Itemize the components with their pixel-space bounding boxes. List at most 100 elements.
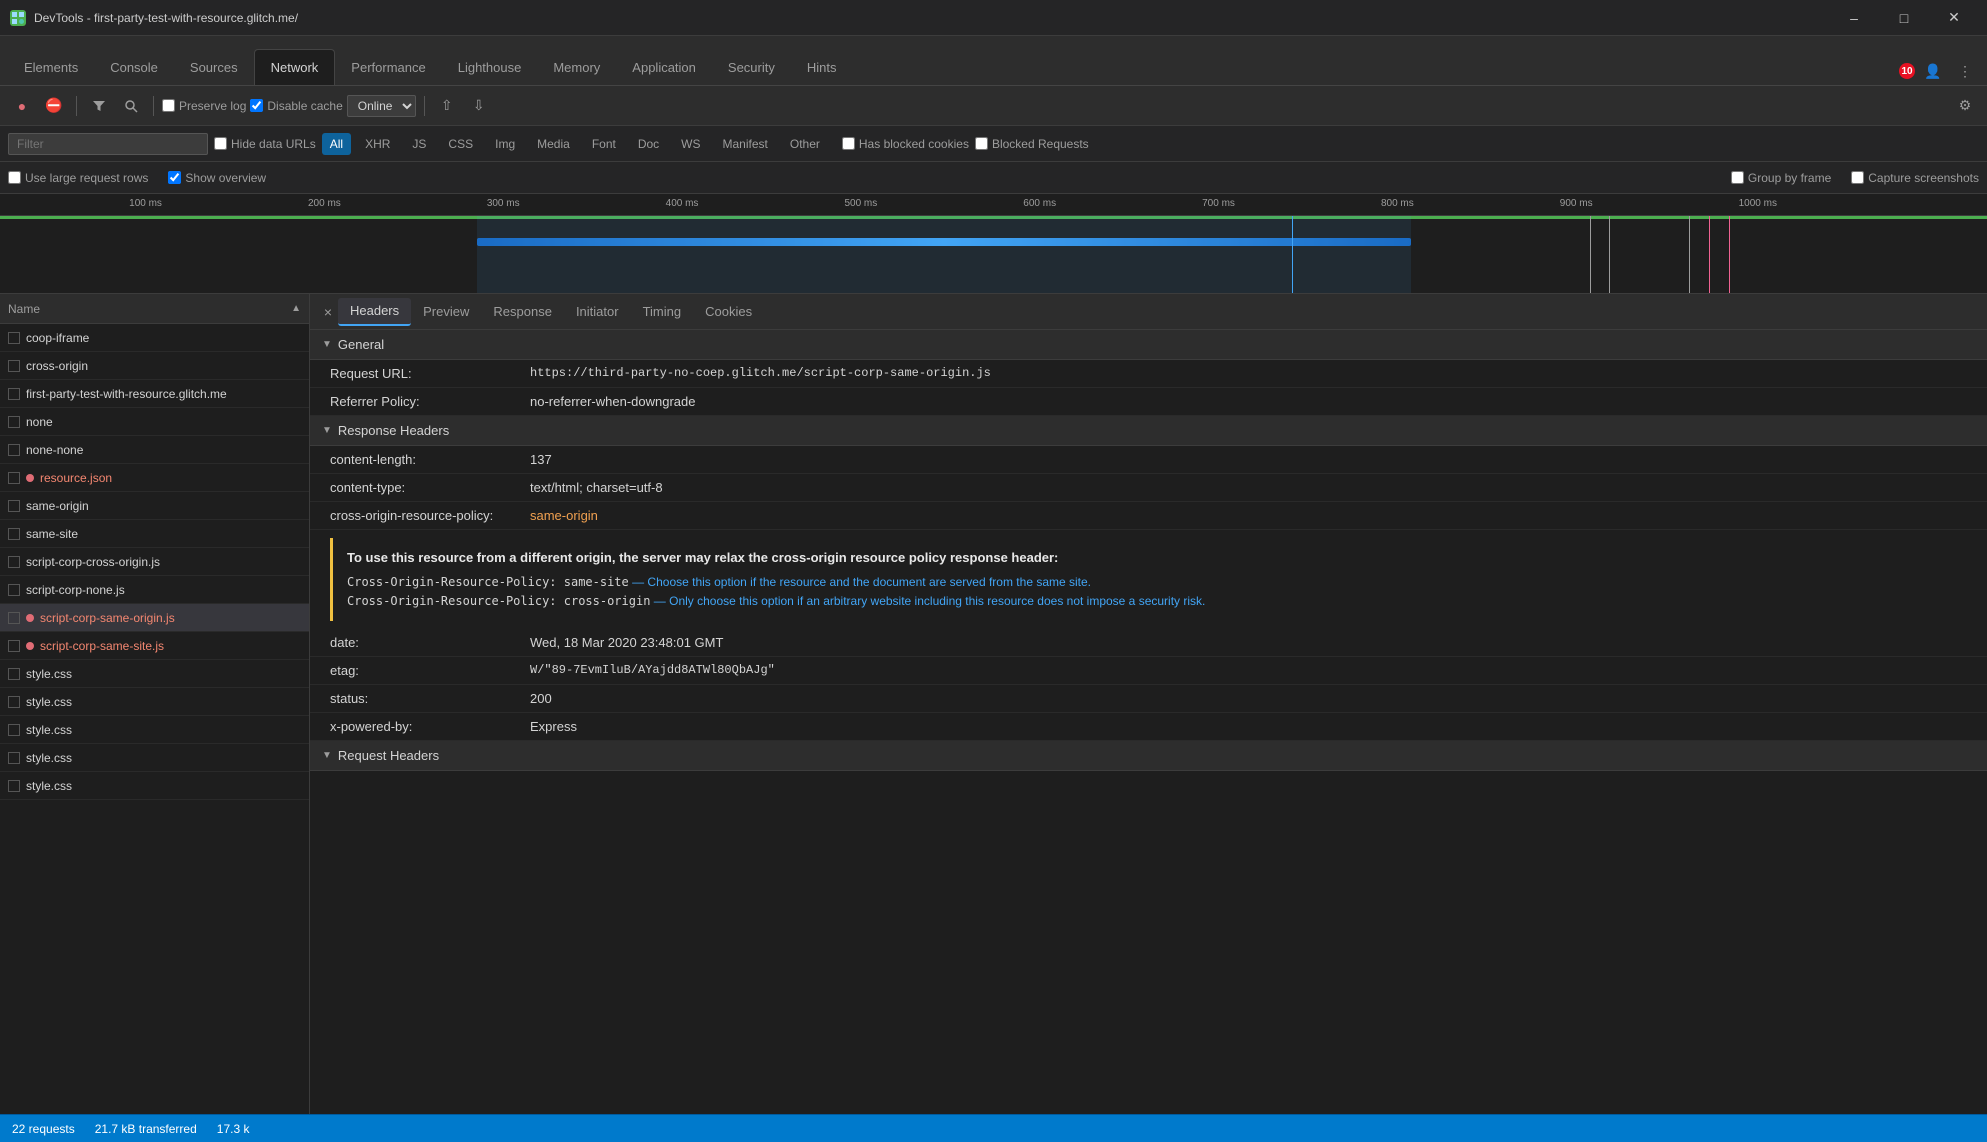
capture-screenshots-checkbox[interactable]: [1851, 171, 1864, 184]
list-item[interactable]: coop-iframe: [0, 324, 309, 352]
blocked-requests-checkbox[interactable]: [975, 137, 988, 150]
file-checkbox[interactable]: [8, 724, 20, 736]
list-item[interactable]: script-corp-none.js: [0, 576, 309, 604]
maximize-button[interactable]: □: [1881, 4, 1927, 32]
more-options-button[interactable]: ⋮: [1951, 57, 1979, 85]
tab-cookies[interactable]: Cookies: [693, 298, 764, 326]
clear-button[interactable]: ⛔: [40, 92, 68, 120]
file-checkbox[interactable]: [8, 640, 20, 652]
file-checkbox[interactable]: [8, 360, 20, 372]
list-item[interactable]: style.css: [0, 772, 309, 800]
file-checkbox[interactable]: [8, 780, 20, 792]
file-checkbox[interactable]: [8, 556, 20, 568]
capture-screenshots-label[interactable]: Capture screenshots: [1851, 171, 1979, 185]
search-button[interactable]: [117, 92, 145, 120]
file-checkbox[interactable]: [8, 416, 20, 428]
timeline-vline-gray1: [1590, 216, 1591, 294]
tab-console[interactable]: Console: [94, 49, 174, 85]
filter-media[interactable]: Media: [529, 133, 578, 155]
large-rows-checkbox[interactable]: [8, 171, 21, 184]
hide-data-urls-checkbox[interactable]: [214, 137, 227, 150]
filter-xhr[interactable]: XHR: [357, 133, 398, 155]
tab-lighthouse[interactable]: Lighthouse: [442, 49, 538, 85]
close-panel-button[interactable]: ×: [318, 302, 338, 322]
list-item[interactable]: style.css: [0, 744, 309, 772]
record-button[interactable]: ●: [8, 92, 36, 120]
upload-icon-button[interactable]: ⇧: [433, 92, 461, 120]
filter-input[interactable]: [8, 133, 208, 155]
file-checkbox[interactable]: [8, 388, 20, 400]
list-item[interactable]: same-origin: [0, 492, 309, 520]
file-checkbox[interactable]: [8, 612, 20, 624]
download-icon-button[interactable]: ⇩: [465, 92, 493, 120]
tab-initiator[interactable]: Initiator: [564, 298, 631, 326]
group-by-frame-label[interactable]: Group by frame: [1731, 171, 1831, 185]
show-overview-label[interactable]: Show overview: [168, 171, 266, 185]
has-blocked-cookies-label[interactable]: Has blocked cookies: [842, 137, 969, 151]
tab-memory[interactable]: Memory: [537, 49, 616, 85]
close-button[interactable]: ✕: [1931, 4, 1977, 32]
tab-performance[interactable]: Performance: [335, 49, 441, 85]
filter-img[interactable]: Img: [487, 133, 523, 155]
list-item[interactable]: none-none: [0, 436, 309, 464]
minimize-button[interactable]: –: [1831, 4, 1877, 32]
response-headers-section-header[interactable]: ▼ Response Headers: [310, 416, 1987, 446]
has-blocked-cookies-checkbox[interactable]: [842, 137, 855, 150]
file-checkbox[interactable]: [8, 696, 20, 708]
user-icon-button[interactable]: 👤: [1919, 57, 1947, 85]
tab-timing[interactable]: Timing: [631, 298, 694, 326]
filter-doc[interactable]: Doc: [630, 133, 667, 155]
file-checkbox[interactable]: [8, 668, 20, 680]
filter-ws[interactable]: WS: [673, 133, 708, 155]
preserve-log-checkbox[interactable]: [162, 99, 175, 112]
list-item[interactable]: none: [0, 408, 309, 436]
list-item[interactable]: same-site: [0, 520, 309, 548]
disable-cache-checkbox[interactable]: [250, 99, 263, 112]
tab-application[interactable]: Application: [616, 49, 712, 85]
tab-security[interactable]: Security: [712, 49, 791, 85]
disable-cache-label[interactable]: Disable cache: [250, 99, 342, 113]
general-section-header[interactable]: ▼ General: [310, 330, 1987, 360]
preserve-log-label[interactable]: Preserve log: [162, 99, 246, 113]
filter-css[interactable]: CSS: [440, 133, 481, 155]
filter-icon-button[interactable]: [85, 92, 113, 120]
file-checkbox[interactable]: [8, 332, 20, 344]
large-rows-label[interactable]: Use large request rows: [8, 171, 148, 185]
timeline-content[interactable]: [0, 216, 1987, 294]
file-checkbox[interactable]: [8, 444, 20, 456]
list-item[interactable]: style.css: [0, 660, 309, 688]
filter-js[interactable]: JS: [404, 133, 434, 155]
file-checkbox[interactable]: [8, 500, 20, 512]
request-headers-section-header[interactable]: ▼ Request Headers: [310, 741, 1987, 771]
file-checkbox[interactable]: [8, 528, 20, 540]
tab-sources[interactable]: Sources: [174, 49, 254, 85]
list-item[interactable]: script-corp-same-origin.js: [0, 604, 309, 632]
group-by-frame-checkbox[interactable]: [1731, 171, 1744, 184]
tab-preview[interactable]: Preview: [411, 298, 481, 326]
tab-headers[interactable]: Headers: [338, 298, 411, 326]
hide-data-urls-label[interactable]: Hide data URLs: [214, 137, 316, 151]
filter-font[interactable]: Font: [584, 133, 624, 155]
content-type-key: content-type:: [330, 480, 530, 495]
file-checkbox[interactable]: [8, 584, 20, 596]
file-checkbox[interactable]: [8, 752, 20, 764]
filter-other[interactable]: Other: [782, 133, 828, 155]
filter-all[interactable]: All: [322, 133, 351, 155]
tab-network[interactable]: Network: [254, 49, 336, 85]
list-item[interactable]: script-corp-cross-origin.js: [0, 548, 309, 576]
tab-response[interactable]: Response: [481, 298, 564, 326]
list-item[interactable]: style.css: [0, 716, 309, 744]
tab-elements[interactable]: Elements: [8, 49, 94, 85]
list-item[interactable]: resource.json: [0, 464, 309, 492]
filter-manifest[interactable]: Manifest: [715, 133, 776, 155]
file-checkbox[interactable]: [8, 472, 20, 484]
throttle-select[interactable]: Online: [347, 95, 416, 117]
tab-hints[interactable]: Hints: [791, 49, 853, 85]
settings-button[interactable]: ⚙: [1951, 92, 1979, 120]
list-item[interactable]: script-corp-same-site.js: [0, 632, 309, 660]
list-item[interactable]: style.css: [0, 688, 309, 716]
blocked-requests-label[interactable]: Blocked Requests: [975, 137, 1089, 151]
list-item[interactable]: cross-origin: [0, 352, 309, 380]
show-overview-checkbox[interactable]: [168, 171, 181, 184]
list-item[interactable]: first-party-test-with-resource.glitch.me: [0, 380, 309, 408]
